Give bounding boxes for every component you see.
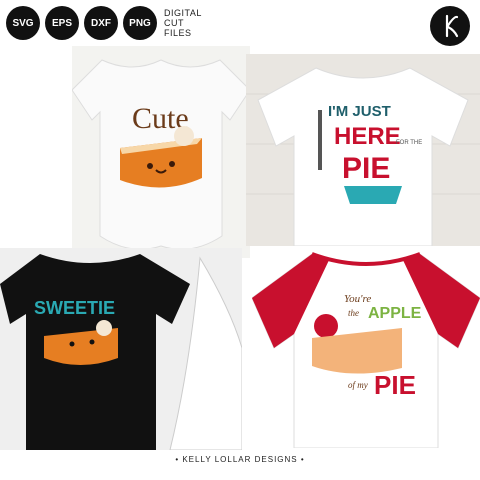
badge-png: PNG xyxy=(123,6,157,40)
product-image-sweetie: SWEETIE xyxy=(0,248,242,450)
badge-svg: SVG xyxy=(6,6,40,40)
product-image-here-for-pie: I'M JUST HERE FOR THE PIE xyxy=(246,54,480,246)
design-text-the: the xyxy=(348,308,359,318)
design-text-apple: APPLE xyxy=(368,305,422,322)
product-image-cute: Cute xyxy=(72,46,250,258)
k-logo-icon xyxy=(445,14,459,38)
header-line1: DIGITAL xyxy=(164,8,202,18)
digital-cut-files-label: DIGITAL CUT FILES xyxy=(164,8,202,38)
product-image-apple-of-my-pie: You're the APPLE of my PIE xyxy=(252,248,480,448)
black-tshirt-illustration: SWEETIE xyxy=(0,248,242,450)
brand-logo xyxy=(430,6,470,46)
raglan-illustration: You're the APPLE of my PIE xyxy=(252,252,480,448)
badge-dxf: DXF xyxy=(84,6,118,40)
design-text-pie: PIE xyxy=(342,152,390,185)
design-text-sweetie: SWEETIE xyxy=(34,298,115,318)
header-line3: FILES xyxy=(164,28,192,38)
design-text-here: HERE xyxy=(334,123,401,150)
tshirt-illustration: I'M JUST HERE FOR THE PIE xyxy=(246,54,480,246)
design-text-youre: You're xyxy=(344,293,371,305)
design-text-pie-2: PIE xyxy=(374,370,416,400)
badge-eps: EPS xyxy=(45,6,79,40)
design-text-for-the: FOR THE xyxy=(396,140,422,146)
design-text-im-just: I'M JUST xyxy=(328,103,391,120)
footer-brand: • KELLY LOLLAR DESIGNS • xyxy=(175,455,305,464)
header-line2: CUT xyxy=(164,18,184,28)
design-text-of-my: of my xyxy=(348,380,368,390)
onesie-illustration: Cute xyxy=(72,59,250,250)
